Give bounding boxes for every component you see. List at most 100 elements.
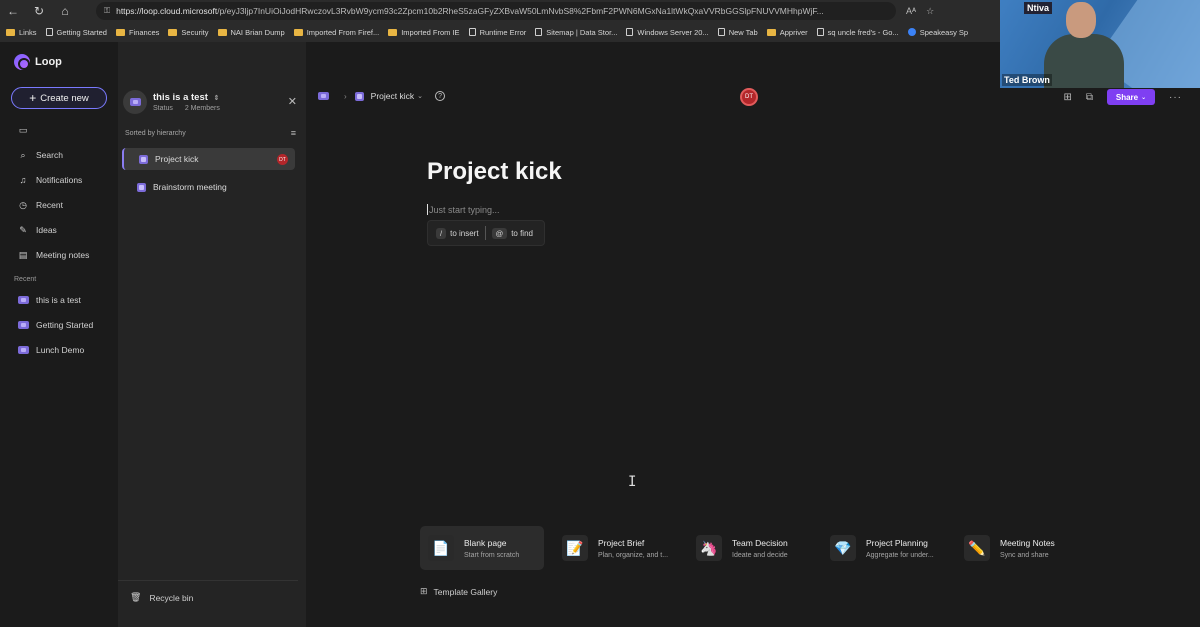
- globe-icon: [907, 28, 916, 36]
- components-icon[interactable]: ⊞: [1063, 92, 1071, 103]
- nav-item-search[interactable]: ⌕ Search: [18, 148, 62, 162]
- grid-icon: ⊞: [420, 586, 428, 596]
- page-icon: [717, 28, 725, 36]
- bookmark-label: Links: [19, 27, 37, 37]
- template-card[interactable]: 📝 Project Brief Plan, organize, and t...: [554, 526, 678, 570]
- help-icon[interactable]: ?: [435, 91, 446, 101]
- template-name: Project Brief: [598, 537, 645, 548]
- favorite-star-icon[interactable]: ☆: [926, 6, 934, 17]
- bookmark-item[interactable]: Windows Server 20...: [626, 27, 709, 37]
- site-info-icon[interactable]: ⚿: [104, 6, 110, 16]
- template-card[interactable]: ✏️ Meeting Notes Sync and share: [956, 526, 1080, 570]
- workspace-title-text: this is a test: [153, 92, 208, 103]
- address-bar[interactable]: ⚿ https://loop.cloud.microsoft /p/eyJ3lj…: [96, 2, 896, 20]
- plus-icon: +: [29, 91, 37, 105]
- template-card[interactable]: 🦄 Team Decision Ideate and decide: [688, 526, 812, 570]
- breadcrumb-page[interactable]: Project kick: [371, 91, 414, 101]
- bookmark-label: Windows Server 20...: [637, 27, 709, 37]
- nav-item-recent[interactable]: ◷ Recent: [18, 198, 63, 212]
- bookmark-item[interactable]: Appriver: [766, 27, 808, 37]
- recent-item[interactable]: this is a test: [18, 293, 81, 307]
- bookmark-label: Imported From Firef...: [306, 27, 380, 37]
- template-card[interactable]: 📄 Blank page Start from scratch: [420, 526, 544, 570]
- template-card[interactable]: 💎 Project Planning Aggregate for under...: [822, 526, 946, 570]
- filter-icon[interactable]: ≡: [291, 128, 296, 138]
- slash-key: /: [436, 227, 447, 239]
- nav-item-notifications[interactable]: ♫ Notifications: [18, 173, 83, 187]
- create-new-button[interactable]: + Create new: [11, 87, 107, 109]
- home-browser-icon[interactable]: ⌂: [52, 0, 78, 22]
- bookmark-label: Appriver: [779, 27, 808, 37]
- workspace-breadcrumb-icon[interactable]: [318, 92, 329, 100]
- folder-icon: [766, 28, 776, 36]
- read-aloud-icon[interactable]: Aᴬ: [906, 6, 916, 16]
- breadcrumb: › Project kick ⌄ ?: [318, 91, 446, 101]
- bookmark-item[interactable]: NAI Brian Dump: [217, 28, 285, 37]
- insert-hint-label: to insert: [450, 228, 479, 238]
- workspace-header[interactable]: this is a test ⇕ Status 2 Members ✕: [123, 86, 301, 118]
- refresh-icon[interactable]: ↻: [26, 0, 52, 22]
- trash-icon: 🗑: [130, 592, 142, 602]
- copy-icon[interactable]: ⧉: [1086, 92, 1093, 103]
- bookmark-item[interactable]: Speakeasy Sp: [907, 28, 968, 37]
- bookmark-label: sq uncle fred's - Go...: [827, 27, 899, 37]
- page-icon: [137, 182, 146, 192]
- page-item-brainstorm-meeting[interactable]: Brainstorm meeting: [122, 176, 295, 198]
- loop-logo[interactable]: Loop: [14, 54, 62, 70]
- bookmark-item[interactable]: Sitemap | Data Stor...: [535, 28, 617, 37]
- bookmark-item[interactable]: sq uncle fred's - Go...: [816, 27, 899, 37]
- workspace-icon: [18, 346, 29, 354]
- nav-item-home[interactable]: ▭: [18, 123, 36, 137]
- recent-item[interactable]: Lunch Demo: [18, 343, 84, 357]
- webcam-brand-logo: Ntiva: [1024, 2, 1053, 14]
- bookmark-label: Imported From IE: [401, 27, 460, 37]
- share-button[interactable]: Share ⌄: [1107, 89, 1155, 105]
- chevron-down-icon[interactable]: ⌄: [417, 92, 423, 100]
- bookmark-item[interactable]: Imported From Firef...: [293, 27, 380, 37]
- presence-avatar[interactable]: DT: [740, 88, 758, 106]
- hint-divider: [484, 226, 486, 240]
- document-area: › Project kick ⌄ ? DT ⊞ ⧉ Share ⌄ ··· Pr…: [306, 42, 1200, 627]
- left-nav: Loop + Create new ▭ ⌕ Search ♫ Notificat…: [0, 42, 118, 627]
- nav-item-meeting-notes[interactable]: ▤ Meeting notes: [18, 248, 90, 262]
- workspace-meta: Status 2 Members: [153, 105, 230, 112]
- find-hint-label: to find: [511, 228, 533, 238]
- recycle-bin-label: Recycle bin: [149, 592, 194, 603]
- more-options-icon[interactable]: ···: [1169, 92, 1182, 103]
- bookmark-item[interactable]: Runtime Error: [468, 27, 527, 37]
- bookmark-label: Runtime Error: [479, 27, 527, 37]
- page-item-label: Project kick: [155, 154, 199, 164]
- bookmark-item[interactable]: Getting Started: [45, 28, 107, 37]
- recycle-bin[interactable]: 🗑 Recycle bin: [118, 580, 298, 603]
- workspace-members[interactable]: 2 Members: [185, 105, 220, 112]
- webcam-name-label: Ted Brown: [1002, 74, 1052, 86]
- bookmark-item[interactable]: Links: [6, 28, 37, 37]
- editor-input[interactable]: Just start typing...: [427, 204, 500, 215]
- template-gallery-link[interactable]: ⊞ Template Gallery: [420, 586, 497, 597]
- page-item-project-kick[interactable]: Project kick DT: [122, 148, 295, 170]
- back-icon[interactable]: ←: [0, 0, 26, 22]
- recent-item-label: Getting Started: [36, 320, 94, 330]
- bookmark-item[interactable]: Security: [168, 28, 209, 37]
- template-list: 📄 Blank page Start from scratch 📝 Project Br…: [420, 526, 1090, 570]
- page-icon: [816, 28, 824, 36]
- bookmark-item[interactable]: Imported From IE: [388, 27, 460, 37]
- share-label: Share: [1115, 92, 1139, 102]
- chevron-down-icon: ⌄: [1141, 94, 1147, 101]
- nav-item-ideas[interactable]: ✎ Ideas: [18, 223, 57, 237]
- workspace-title[interactable]: this is a test ⇕: [153, 92, 230, 103]
- workspace-icon: [129, 98, 141, 106]
- page-title[interactable]: Project kick: [427, 158, 562, 186]
- bookmark-item[interactable]: Finances: [115, 28, 159, 37]
- notes-icon: ▤: [18, 249, 28, 260]
- close-icon[interactable]: ✕: [288, 95, 297, 108]
- workspace-status[interactable]: Status: [153, 105, 173, 112]
- ideas-icon: ✎: [19, 224, 27, 235]
- page-icon: [139, 154, 148, 164]
- page-icon: [45, 28, 53, 36]
- bookmark-item[interactable]: New Tab: [717, 27, 758, 37]
- bookmark-label: New Tab: [728, 27, 758, 37]
- nav-ideas-label: Ideas: [36, 225, 57, 235]
- recent-item[interactable]: Getting Started: [18, 318, 93, 332]
- page-icon: [468, 28, 476, 36]
